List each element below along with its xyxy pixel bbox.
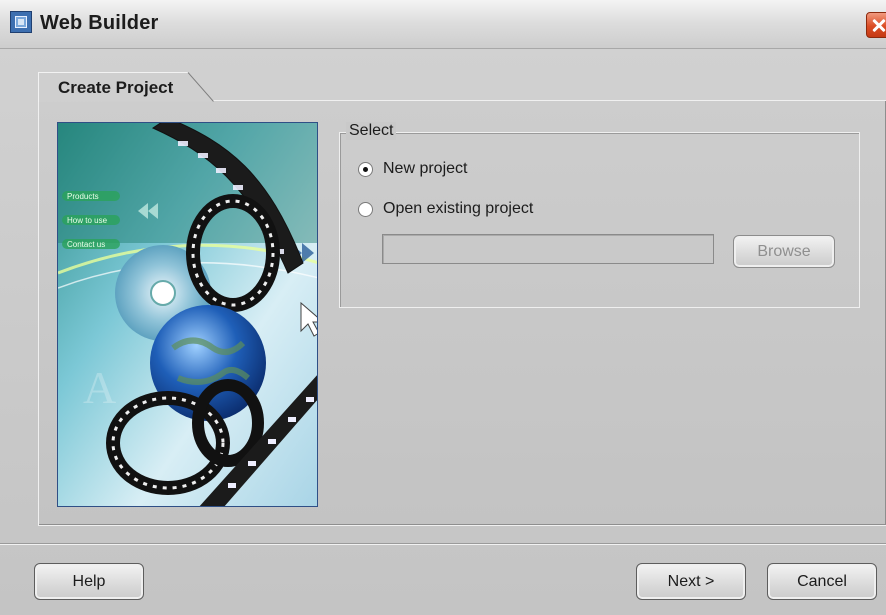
- new-project-option[interactable]: New project: [358, 160, 467, 178]
- web-builder-window: Web Builder Create Project Products How …: [0, 0, 886, 615]
- open-existing-label: Open existing project: [383, 200, 534, 217]
- project-path-field[interactable]: [382, 234, 714, 264]
- cancel-button[interactable]: Cancel: [767, 563, 877, 600]
- art-menu-item: Products: [67, 192, 99, 201]
- help-button[interactable]: Help: [34, 563, 144, 600]
- tab-create-project[interactable]: Create Project: [38, 72, 214, 102]
- browse-button[interactable]: Browse: [733, 235, 835, 268]
- select-group: [339, 132, 860, 308]
- footer-separator: [0, 543, 886, 545]
- web-builder-icon: [10, 11, 32, 33]
- select-group-legend: Select: [346, 122, 397, 140]
- window-title: Web Builder: [40, 12, 159, 34]
- next-button[interactable]: Next >: [636, 563, 746, 600]
- svg-text:A: A: [83, 362, 116, 413]
- close-icon[interactable]: [866, 12, 886, 38]
- open-existing-radio[interactable]: [358, 201, 373, 217]
- new-project-label: New project: [383, 160, 468, 177]
- art-menu-item: How to use: [67, 216, 108, 225]
- title-bar[interactable]: Web Builder: [0, 0, 886, 49]
- new-project-radio[interactable]: [358, 161, 373, 177]
- tab-label: Create Project: [58, 78, 174, 97]
- open-existing-option[interactable]: Open existing project: [358, 200, 533, 218]
- art-menu-item: Contact us: [67, 240, 105, 249]
- project-artwork-image: Products How to use Contact us A: [57, 122, 318, 507]
